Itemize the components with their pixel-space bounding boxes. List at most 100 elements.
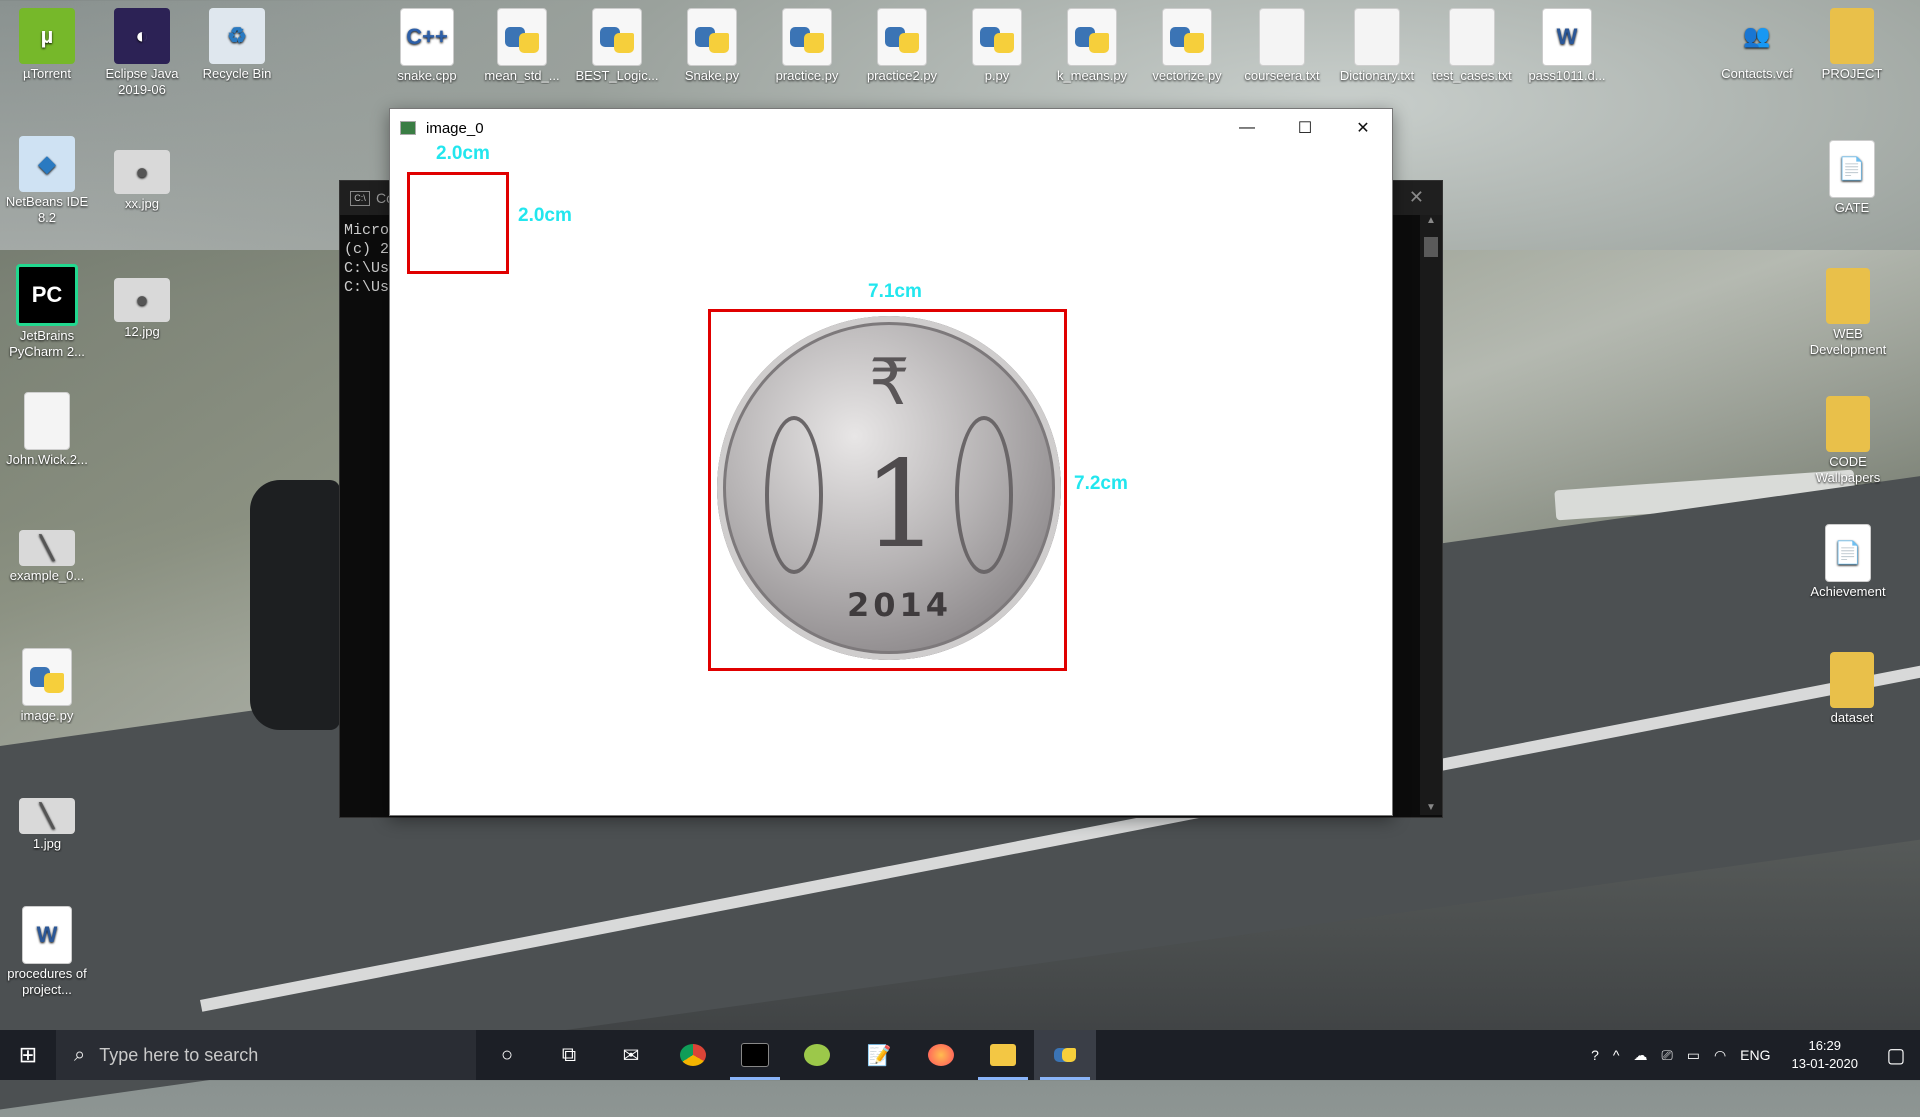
desktop-icon-label: JetBrains PyCharm 2... (9, 328, 85, 359)
desktop-icon-12-jpg[interactable]: ● 12.jpg (99, 278, 185, 340)
desktop-icon-pass1011[interactable]: W pass1011.d... (1524, 8, 1610, 84)
word-file-icon: W (1542, 8, 1592, 66)
cortana-button[interactable]: ○ (476, 1030, 538, 1080)
task-view-button[interactable]: ⧉ (538, 1030, 600, 1080)
desktop-icon-test-cases[interactable]: test_cases.txt (1429, 8, 1515, 84)
language-indicator[interactable]: ENG (1740, 1047, 1770, 1063)
taskbar-notepad[interactable]: 📝 (848, 1030, 910, 1080)
console-scrollbar[interactable]: ▲ ▼ (1420, 215, 1442, 815)
taskbar-python[interactable] (1034, 1030, 1096, 1080)
desktop-icon-dataset[interactable]: dataset (1809, 652, 1895, 726)
desktop-icon-p-py[interactable]: p.py (954, 8, 1040, 84)
scroll-thumb[interactable] (1424, 237, 1438, 257)
image-window[interactable]: image_0 — ☐ ✕ 2.0cm 2.0cm 7.1cm ₹ 1 2014… (389, 108, 1393, 816)
desktop-icon-k-means[interactable]: k_means.py (1049, 8, 1135, 84)
desktop-icon-dictionary[interactable]: Dictionary.txt (1334, 8, 1420, 84)
chevron-up-icon[interactable]: ^ (1613, 1047, 1620, 1063)
scroll-down-icon[interactable]: ▼ (1420, 802, 1442, 813)
desktop-icon-label: WEB Development (1809, 326, 1887, 357)
python-file-icon (497, 8, 547, 66)
desktop-icon-achievement[interactable]: 📄 Achievement (1805, 524, 1891, 600)
maximize-button[interactable]: ☐ (1276, 109, 1334, 147)
desktop-icon-utorrent[interactable]: µ µTorrent (4, 8, 90, 82)
desktop-icon-contacts[interactable]: 👥 Contacts.vcf (1714, 8, 1800, 82)
desktop-icon-label: GATE (1834, 200, 1870, 215)
desktop-icon-label: Dictionary.txt (1339, 68, 1415, 83)
desktop-icon-snake-py[interactable]: Snake.py (669, 8, 755, 84)
desktop-icon-eclipse[interactable]: ◐ Eclipse Java 2019-06 (99, 8, 185, 98)
taskbar-mail[interactable]: ✉ (600, 1030, 662, 1080)
cloud-icon[interactable]: ☁ (1634, 1047, 1648, 1064)
desktop-icon-mean-std[interactable]: mean_std_... (479, 8, 565, 84)
desktop-icon-practice-py[interactable]: practice.py (764, 8, 850, 84)
desktop-icon-web-development[interactable]: WEB Development (1805, 268, 1891, 358)
taskbar-file-explorer[interactable] (972, 1030, 1034, 1080)
image-file-icon: ● (114, 278, 170, 322)
desktop-icon-label: example_0... (9, 568, 85, 583)
python-file-icon (1067, 8, 1117, 66)
desktop-icon-code-wallpapers[interactable]: CODE Wallpapers (1805, 396, 1891, 486)
folder-icon (1830, 652, 1874, 708)
netbeans-icon: ◆ (19, 136, 75, 192)
taskbar-firefox[interactable] (910, 1030, 972, 1080)
desktop-icon-label: µTorrent (23, 66, 71, 81)
taskbar-chrome[interactable] (662, 1030, 724, 1080)
desktop-icon-label: John.Wick.2... (6, 452, 88, 467)
desktop-icon-vectorize[interactable]: vectorize.py (1144, 8, 1230, 84)
desktop-icon-image-py[interactable]: image.py (4, 648, 90, 724)
recycle-bin-icon: ♻ (209, 8, 265, 64)
taskbar-cmd[interactable] (724, 1030, 786, 1080)
desktop-icon-label: snake.cpp (397, 68, 457, 83)
desktop-icon-label: Snake.py (684, 68, 740, 83)
scroll-up-icon[interactable]: ▲ (1420, 215, 1442, 226)
pdf-folder-icon: 📄 (1829, 140, 1875, 198)
image-app-icon (400, 121, 416, 135)
desktop-icon-label: practice.py (775, 68, 839, 83)
desktop-icon-label: Achievement (1810, 584, 1886, 599)
desktop-icon-john-wick[interactable]: John.Wick.2... (4, 392, 90, 468)
desktop-icon-label: Eclipse Java 2019-06 (105, 66, 179, 97)
coin-width-label: 7.1cm (868, 281, 922, 302)
notification-center-button[interactable]: ▢ (1872, 1030, 1920, 1080)
desktop-icon-xx-jpg[interactable]: ● xx.jpg (99, 150, 185, 212)
clock[interactable]: 16:29 13-01-2020 (1792, 1037, 1859, 1073)
battery-icon[interactable]: ▭ (1687, 1047, 1700, 1064)
text-file-icon (1449, 8, 1495, 66)
network-icon[interactable]: ⎚ (1662, 1047, 1673, 1064)
python-file-icon (782, 8, 832, 66)
desktop-icon-label: PROJECT (1821, 66, 1883, 81)
cortana-icon: ○ (500, 1043, 514, 1066)
desktop-icon-label: image.py (20, 708, 74, 723)
desktop-icon-label: pass1011.d... (1528, 68, 1606, 83)
desktop-icon-courseera[interactable]: courseera.txt (1239, 8, 1325, 84)
desktop-icon-example[interactable]: ╲ example_0... (4, 530, 90, 584)
desktop-icon-recycle-bin[interactable]: ♻ Recycle Bin (194, 8, 280, 82)
desktop-icon-1-jpg[interactable]: ╲ 1.jpg (4, 798, 90, 852)
close-button[interactable]: ✕ (1334, 109, 1392, 147)
taskbar: ⊞ ⌕ Type here to search ○ ⧉ ✉ 📝 ? ^ ☁ ⎚ … (0, 1030, 1920, 1080)
eclipse-icon: ◐ (114, 8, 170, 64)
desktop-icon-snake-cpp[interactable]: C++ snake.cpp (384, 8, 470, 84)
minimize-icon: — (1239, 119, 1255, 136)
console-close-icon[interactable]: ✕ (1409, 187, 1424, 208)
desktop-icon-procedures[interactable]: W procedures of project... (4, 906, 90, 998)
text-file-icon (1354, 8, 1400, 66)
coin-leaf-right (955, 416, 1013, 574)
help-icon[interactable]: ? (1591, 1047, 1599, 1063)
desktop-icon-netbeans[interactable]: ◆ NetBeans IDE 8.2 (4, 136, 90, 226)
cpp-file-icon: C++ (400, 8, 454, 66)
desktop-icon-gate-folder[interactable]: 📄 GATE (1809, 140, 1895, 216)
desktop-icon-best-logic[interactable]: BEST_Logic... (574, 8, 660, 84)
minimize-button[interactable]: — (1218, 109, 1276, 147)
start-button[interactable]: ⊞ (0, 1030, 56, 1080)
image-window-titlebar[interactable]: image_0 — ☐ ✕ (390, 109, 1392, 148)
search-box[interactable]: ⌕ Type here to search (56, 1030, 476, 1080)
desktop-icon-project-folder[interactable]: PROJECT (1809, 8, 1895, 82)
desktop-icon-pycharm[interactable]: PC JetBrains PyCharm 2... (4, 264, 90, 360)
desktop-icon-practice2-py[interactable]: practice2.py (859, 8, 945, 84)
desktop-icon-label: 1.jpg (32, 836, 62, 851)
reference-box (407, 172, 509, 274)
taskbar-android-app[interactable] (786, 1030, 848, 1080)
desktop-icon-label: procedures of project... (7, 966, 87, 997)
wifi-icon[interactable]: ◠ (1714, 1047, 1726, 1064)
